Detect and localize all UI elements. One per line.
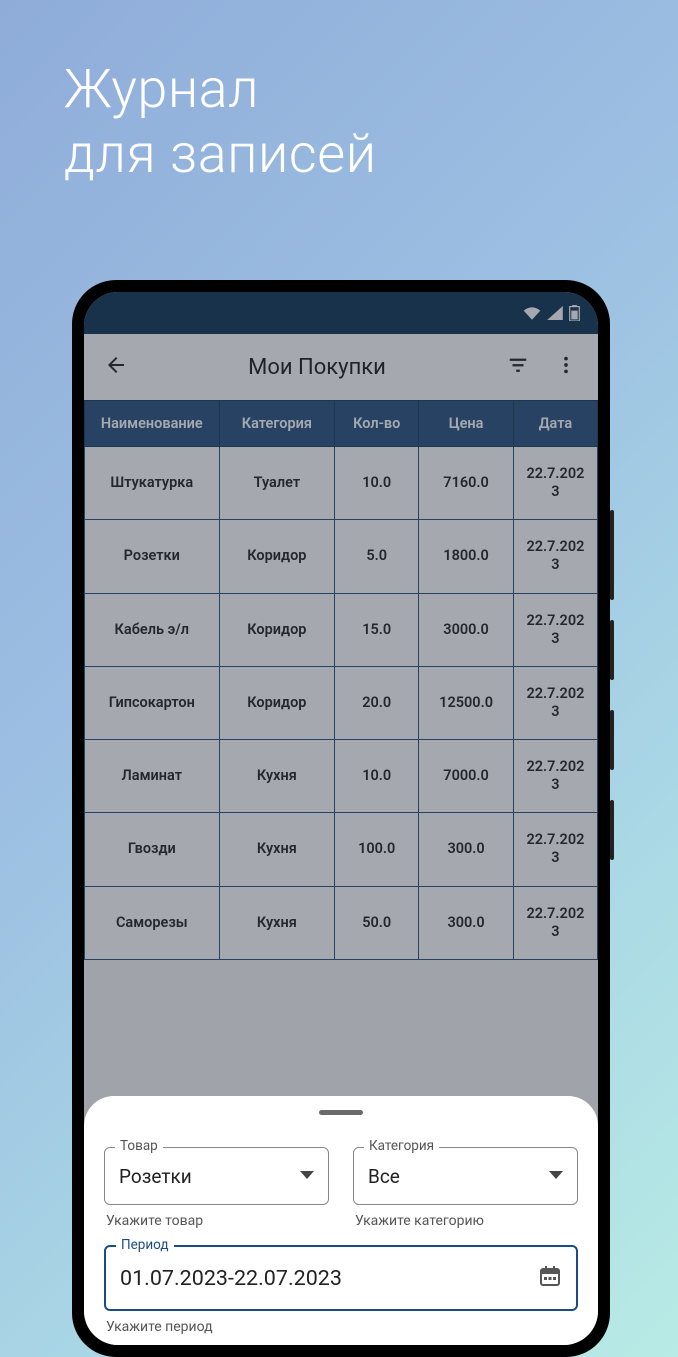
period-input[interactable]: Период 01.07.2023-22.07.2023 — [104, 1245, 578, 1311]
cell-name: Гвозди — [85, 813, 220, 886]
filter-icon — [507, 354, 529, 380]
cell-date: 22.7.2023 — [513, 520, 597, 593]
cell-qty: 10.0 — [335, 740, 419, 813]
phone-side-button — [610, 620, 614, 680]
th-category: Категория — [219, 401, 335, 447]
cell-category: Коридор — [219, 520, 335, 593]
cell-qty: 5.0 — [335, 520, 419, 593]
cell-date: 22.7.2023 — [513, 813, 597, 886]
cell-date: 22.7.2023 — [513, 593, 597, 666]
cellular-icon — [547, 306, 563, 320]
filter-bottom-sheet: Товар Розетки Укажите товар Категория Вс… — [84, 1096, 598, 1345]
cell-qty: 10.0 — [335, 447, 419, 520]
chevron-down-icon — [300, 1171, 314, 1181]
table-row[interactable]: ЛаминатКухня10.07000.022.7.2023 — [85, 740, 598, 813]
cell-category: Коридор — [219, 666, 335, 739]
cell-name: Кабель э/л — [85, 593, 220, 666]
table-header-row: Наименование Категория Кол-во Цена Дата — [85, 401, 598, 447]
table-row[interactable]: СаморезыКухня50.0300.022.7.2023 — [85, 886, 598, 959]
cell-price: 7000.0 — [419, 740, 514, 813]
cell-name: Штукатурка — [85, 447, 220, 520]
table-row[interactable]: ШтукатуркаТуалет10.07160.022.7.2023 — [85, 447, 598, 520]
sheet-drag-handle[interactable] — [319, 1110, 363, 1115]
battery-icon — [569, 305, 580, 321]
category-field: Категория Все Укажите категорию — [353, 1147, 578, 1229]
status-bar — [84, 292, 598, 334]
cell-price: 7160.0 — [419, 447, 514, 520]
calendar-icon — [538, 1264, 562, 1292]
cell-date: 22.7.2023 — [513, 886, 597, 959]
hero-title: Журнал для записей — [64, 58, 377, 188]
th-qty: Кол-во — [335, 401, 419, 447]
cell-price: 300.0 — [419, 886, 514, 959]
th-date: Дата — [513, 401, 597, 447]
phone-side-button — [610, 710, 614, 770]
cell-qty: 20.0 — [335, 666, 419, 739]
cell-price: 300.0 — [419, 813, 514, 886]
table-row[interactable]: РозеткиКоридор5.01800.022.7.2023 — [85, 520, 598, 593]
hero-line1: Журнал — [64, 58, 377, 123]
cell-name: Гипсокартон — [85, 666, 220, 739]
table-row[interactable]: ГипсокартонКоридор20.012500.022.7.2023 — [85, 666, 598, 739]
cell-price: 3000.0 — [419, 593, 514, 666]
cell-qty: 50.0 — [335, 886, 419, 959]
app-bar: Мои Покупки — [84, 334, 598, 400]
product-field: Товар Розетки Укажите товар — [104, 1147, 329, 1229]
cell-price: 12500.0 — [419, 666, 514, 739]
cell-date: 22.7.2023 — [513, 666, 597, 739]
more-vert-icon — [555, 354, 577, 380]
chevron-down-icon — [549, 1171, 563, 1181]
cell-name: Саморезы — [85, 886, 220, 959]
cell-price: 1800.0 — [419, 520, 514, 593]
cell-date: 22.7.2023 — [513, 447, 597, 520]
period-helper: Укажите период — [106, 1319, 576, 1335]
cell-name: Ламинат — [85, 740, 220, 813]
phone-frame: Мои Покупки Наименование Категория Кол-в… — [72, 280, 610, 1357]
period-field: Период 01.07.2023-22.07.2023 Укажите пер… — [104, 1245, 578, 1335]
product-helper: Укажите товар — [106, 1213, 327, 1229]
product-label: Товар — [115, 1138, 163, 1154]
period-label: Период — [116, 1237, 174, 1253]
category-dropdown[interactable]: Категория Все — [353, 1147, 578, 1205]
table-row[interactable]: ГвоздиКухня100.0300.022.7.2023 — [85, 813, 598, 886]
cell-category: Кухня — [219, 813, 335, 886]
cell-category: Кухня — [219, 886, 335, 959]
more-button[interactable] — [546, 347, 586, 387]
cell-category: Кухня — [219, 740, 335, 813]
product-value: Розетки — [119, 1165, 300, 1188]
phone-side-button — [610, 800, 614, 860]
cell-date: 22.7.2023 — [513, 740, 597, 813]
page-title: Мои Покупки — [144, 355, 490, 380]
product-dropdown[interactable]: Товар Розетки — [104, 1147, 329, 1205]
hero-line2: для записей — [64, 123, 377, 188]
cell-category: Туалет — [219, 447, 335, 520]
phone-screen: Мои Покупки Наименование Категория Кол-в… — [84, 292, 598, 1345]
arrow-back-icon — [104, 353, 128, 381]
back-button[interactable] — [96, 347, 136, 387]
cell-qty: 100.0 — [335, 813, 419, 886]
category-label: Категория — [364, 1138, 439, 1154]
th-name: Наименование — [85, 401, 220, 447]
table-row[interactable]: Кабель э/лКоридор15.03000.022.7.2023 — [85, 593, 598, 666]
cell-qty: 15.0 — [335, 593, 419, 666]
category-helper: Укажите категорию — [355, 1213, 576, 1229]
cell-name: Розетки — [85, 520, 220, 593]
period-value: 01.07.2023-22.07.2023 — [120, 1266, 538, 1291]
cell-category: Коридор — [219, 593, 335, 666]
wifi-icon — [523, 306, 541, 320]
filter-button[interactable] — [498, 347, 538, 387]
th-price: Цена — [419, 401, 514, 447]
phone-power-button — [610, 510, 614, 600]
category-value: Все — [368, 1165, 549, 1188]
purchases-table: Наименование Категория Кол-во Цена Дата … — [84, 400, 598, 960]
